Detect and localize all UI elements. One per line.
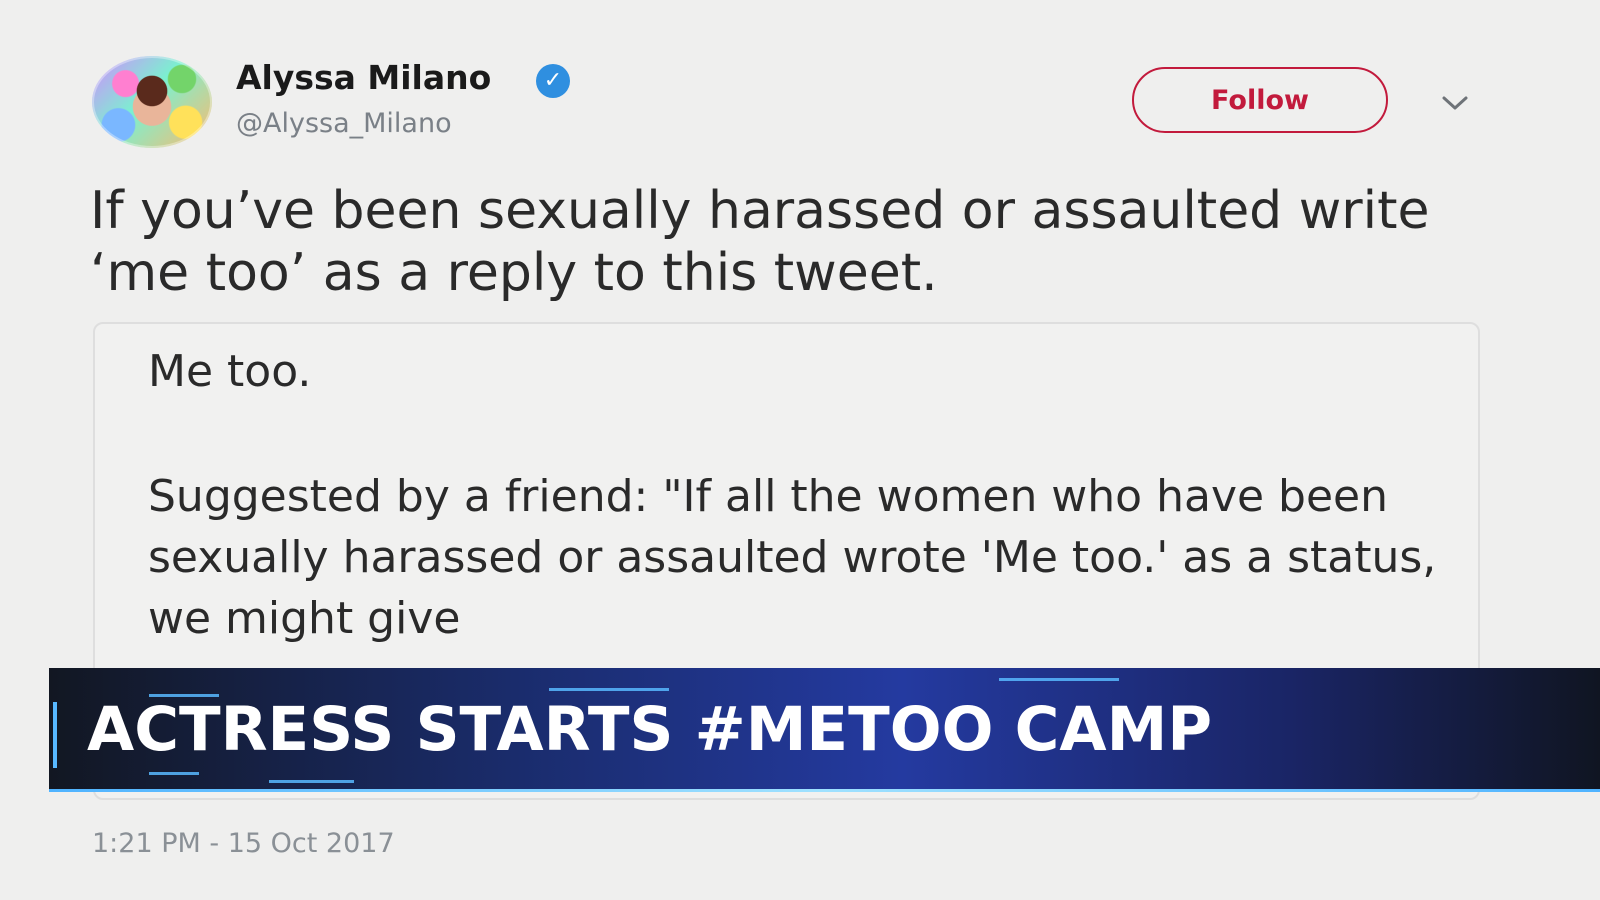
- banner-edge-accent: [53, 702, 57, 768]
- author-handle[interactable]: @Alyssa_Milano: [236, 108, 452, 139]
- banner-accent-line: [549, 688, 669, 691]
- tweet-timestamp[interactable]: 1:21 PM - 15 Oct 2017: [92, 828, 395, 859]
- banner-accent-line: [269, 780, 354, 783]
- news-lower-third-banner: ACTRESS STARTS #METOO CAMP: [49, 668, 1600, 792]
- news-headline: ACTRESS STARTS #METOO CAMP: [87, 694, 1213, 765]
- follow-button-label: Follow: [1211, 84, 1309, 116]
- banner-accent-line: [999, 678, 1119, 681]
- banner-accent-line: [149, 772, 199, 775]
- verified-badge-icon: ✓: [536, 64, 570, 98]
- follow-button[interactable]: Follow: [1132, 67, 1388, 133]
- tweet-text: If you’ve been sexually harassed or assa…: [90, 181, 1430, 303]
- profile-avatar[interactable]: [92, 56, 212, 148]
- author-name[interactable]: Alyssa Milano: [236, 58, 491, 97]
- quoted-text-line2: Suggested by a friend: "If all the women…: [148, 471, 1437, 644]
- quoted-text-line1: Me too.: [148, 346, 312, 397]
- chevron-down-icon[interactable]: [1440, 88, 1470, 118]
